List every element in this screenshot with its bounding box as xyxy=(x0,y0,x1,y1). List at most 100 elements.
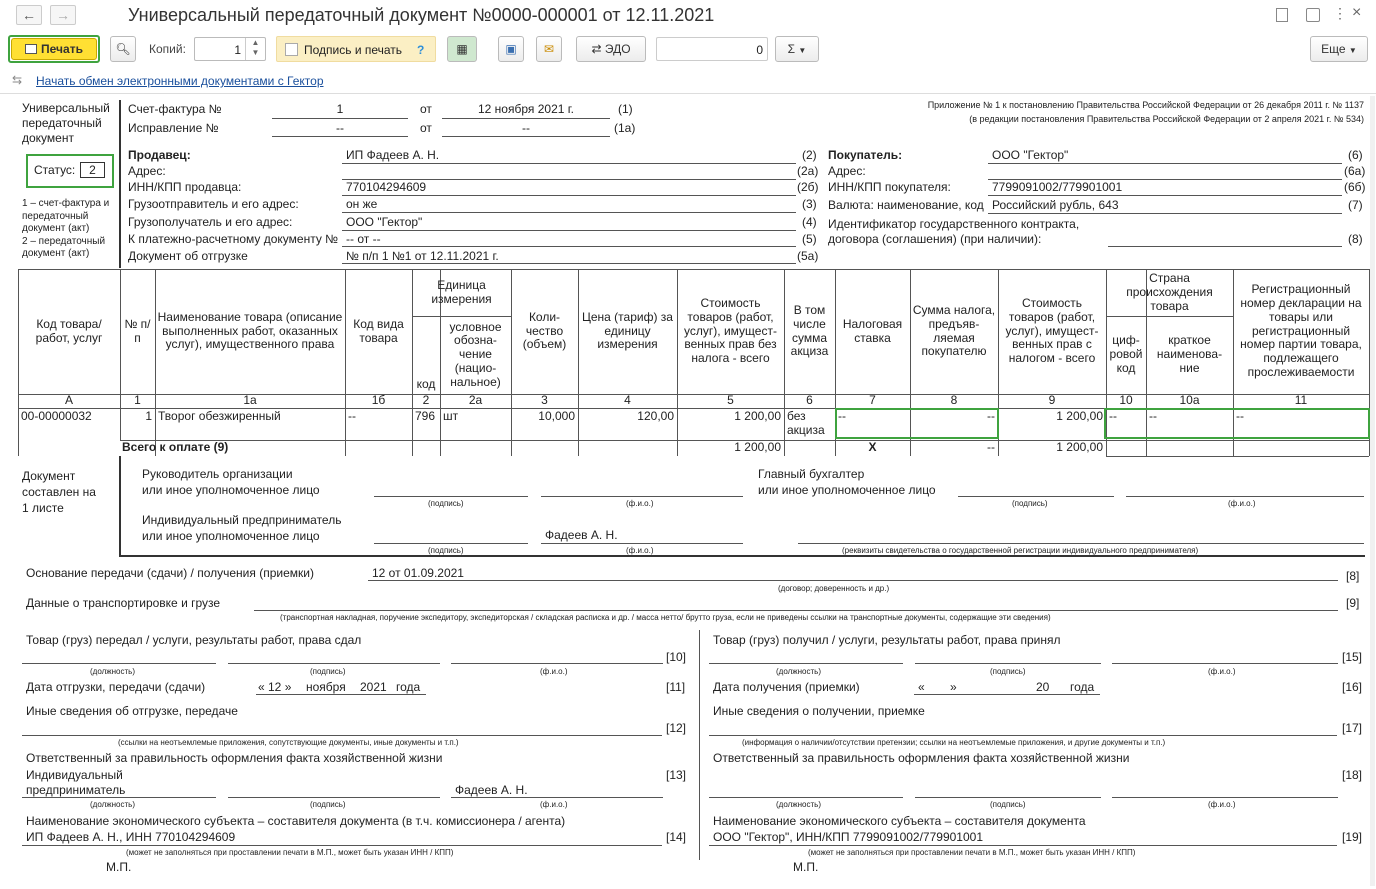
arrow-right-icon: → xyxy=(56,7,70,23)
column-number: 1а xyxy=(243,393,257,408)
appendix-text-1: Приложение № 1 к постановлению Правитель… xyxy=(927,100,1364,110)
table-rule xyxy=(155,269,156,456)
table-rule xyxy=(1106,456,1369,457)
table-header-cell: Цена (тариф) за единицу измерения xyxy=(582,309,673,352)
sum-mode-dropdown[interactable]: Σ ▼ xyxy=(775,36,819,62)
sf-number: 1 xyxy=(336,102,344,116)
divider xyxy=(0,93,1376,94)
total-tax: -- xyxy=(987,440,995,455)
table-header-cell: Налоговая ставка xyxy=(842,316,903,345)
help-icon[interactable]: ? xyxy=(417,44,424,56)
table-rule xyxy=(412,316,511,317)
preview-button[interactable]: 🔍︎ xyxy=(110,36,136,62)
scrollbar[interactable] xyxy=(1370,96,1375,886)
table-cell-n: 1 xyxy=(145,409,152,423)
title-bar: ← → Универсальный передаточный документ … xyxy=(0,0,1376,30)
table-header-cell: Наименование товара (описание выполненны… xyxy=(157,309,343,352)
table-header-cell: Стоимость товаров (работ, услуг), имущес… xyxy=(684,296,777,366)
compiled-label: Документ составлен на 1 листе xyxy=(22,469,96,515)
correction-label: Исправление № xyxy=(128,121,219,135)
table-header-unit: Единица измерения xyxy=(431,278,492,306)
exchange-icon: ⇆ xyxy=(12,73,23,87)
table-cell-price: 120,00 xyxy=(637,409,674,423)
column-number: 9 xyxy=(1048,393,1056,408)
column-number: 4 xyxy=(624,393,631,408)
column-number: 2 xyxy=(422,393,430,408)
column-number: 8 xyxy=(950,393,958,408)
column-number: 11 xyxy=(1294,393,1308,408)
column-number: 3 xyxy=(541,393,548,408)
table-header-country-code: циф-ровой код xyxy=(1109,333,1143,375)
table-header-cell: Коли-чество (объем) xyxy=(522,309,567,352)
seller-label: Продавец: xyxy=(128,148,191,162)
left-entity-value: ИП Фадеев А. Н., ИНН 770104294609 xyxy=(26,830,236,844)
table-rule xyxy=(345,269,346,456)
sign-and-print-checkbox[interactable]: Подпись и печать ? xyxy=(276,36,436,62)
print-icon[interactable] xyxy=(1306,8,1320,22)
sf-label: Счет-фактура № xyxy=(128,102,222,116)
column-number: 6 xyxy=(806,393,813,408)
table-rule xyxy=(1106,316,1233,317)
arrow-left-icon: ← xyxy=(22,7,36,23)
table-rule xyxy=(18,440,19,456)
page-title: Универсальный передаточный документ №000… xyxy=(128,5,715,25)
copies-stepper[interactable]: 1 ▲ ▼ xyxy=(194,37,266,61)
total-label: Всего к оплате (9) xyxy=(122,440,229,455)
table-header-cell: Код товара/ работ, услуг xyxy=(35,316,103,345)
column-number: 10а xyxy=(1179,393,1200,408)
column-number: А xyxy=(64,393,73,408)
floppy-icon: ▣ xyxy=(505,42,517,56)
basis-value: 12 от 01.09.2021 xyxy=(372,566,464,580)
print-button[interactable]: Печать xyxy=(11,38,97,60)
table-rule xyxy=(18,269,1369,270)
email-button[interactable]: ✉ xyxy=(536,36,562,62)
edo-button[interactable]: ⇄ ЭДО xyxy=(576,36,646,62)
tax-highlight xyxy=(835,408,999,439)
left-panel-border xyxy=(119,100,121,268)
column-number: 5 xyxy=(727,393,734,408)
back-button[interactable]: ← xyxy=(16,5,42,25)
checkbox-icon[interactable] xyxy=(285,43,298,56)
table-cell-unit-code: 796 xyxy=(415,409,436,423)
more-icon[interactable]: ⋮ xyxy=(1333,6,1347,20)
more-menu-button[interactable]: Еще ▼ xyxy=(1310,36,1368,62)
magnifier-icon: 🔍︎ xyxy=(115,42,131,56)
table-cell-total: 1 200,00 xyxy=(1056,409,1103,423)
table-header-cell: Сумма налога, предъяв-ляемая покупателю xyxy=(912,302,996,359)
table-cell-kind: -- xyxy=(348,409,356,423)
stepper-arrows-icon[interactable]: ▲ ▼ xyxy=(245,38,265,60)
table-header-cell: Код вида товара xyxy=(353,316,404,345)
status-note-1: 1 – счет-фактура и передаточный документ… xyxy=(22,198,110,259)
column-number: 2а xyxy=(468,393,483,408)
buyer-inn: 7799091002/779901001 xyxy=(992,180,1123,194)
sign-stamp-button[interactable]: ▦ xyxy=(447,36,477,62)
save-button[interactable]: ▣ xyxy=(498,36,524,62)
table-cell-code: 00-00000032 xyxy=(21,409,92,423)
start-exchange-link[interactable]: Начать обмен электронными документами с … xyxy=(36,75,324,87)
close-icon[interactable]: × xyxy=(1352,5,1361,21)
table-rule xyxy=(677,269,678,456)
forward-button[interactable]: → xyxy=(50,5,76,25)
sf-from: от xyxy=(420,102,432,116)
total-sum: 1 200,00 xyxy=(1056,440,1103,455)
table-rule xyxy=(18,269,19,440)
seller-value: ИП Фадеев А. Н. xyxy=(346,148,440,162)
table-header-cell: Регистрационный номер декларации на това… xyxy=(1240,282,1362,379)
save-doc-icon[interactable] xyxy=(1276,8,1288,22)
table-cell-qty: 10,000 xyxy=(538,409,575,423)
table-rule xyxy=(120,269,121,440)
sum-field[interactable]: 0 xyxy=(656,37,768,61)
table-cell-cost: 1 200,00 xyxy=(734,409,781,423)
table-cell-name: Творог обезжиренный xyxy=(158,409,281,423)
sf-date: 12 ноября 2021 г. xyxy=(478,102,574,116)
table-rule xyxy=(412,269,413,456)
table-rule xyxy=(784,269,785,456)
printer-icon xyxy=(25,44,38,54)
column-number: 10 xyxy=(1119,393,1133,408)
table-header-country-name: краткое наименова-ние xyxy=(1156,333,1223,375)
table-header-cell: Стоимость товаров (работ, услуг), имущес… xyxy=(1005,296,1099,366)
table-cell-excise: без акциза xyxy=(787,409,825,437)
chevron-down-icon: ▼ xyxy=(1348,46,1357,55)
buyer-value: ООО "Гектор" xyxy=(992,148,1069,162)
right-entity-value: ООО "Гектор", ИНН/КПП 7799091002/7799010… xyxy=(713,830,983,844)
